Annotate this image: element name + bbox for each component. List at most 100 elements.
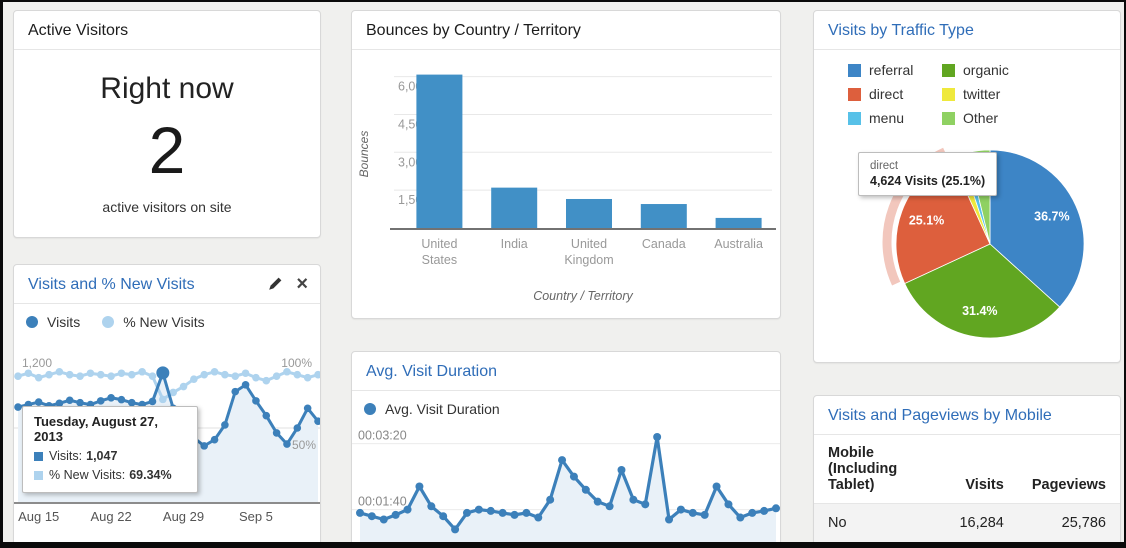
- data-point[interactable]: [665, 516, 673, 524]
- traffic-type-title[interactable]: Visits by Traffic Type: [814, 11, 1120, 50]
- bar-india[interactable]: [491, 188, 537, 228]
- data-point[interactable]: [760, 507, 768, 515]
- data-point[interactable]: [159, 395, 167, 403]
- data-point[interactable]: [713, 483, 721, 491]
- data-point[interactable]: [66, 371, 74, 379]
- data-point[interactable]: [200, 442, 208, 450]
- data-point[interactable]: [273, 429, 281, 437]
- data-point[interactable]: [76, 399, 84, 407]
- data-point[interactable]: [242, 381, 250, 389]
- data-point[interactable]: [128, 371, 136, 379]
- data-point[interactable]: [606, 502, 614, 510]
- bar-united-kingdom[interactable]: [566, 199, 612, 228]
- data-point[interactable]: [294, 371, 302, 379]
- data-point[interactable]: [66, 396, 74, 404]
- data-point[interactable]: [118, 369, 126, 377]
- data-point[interactable]: [487, 507, 495, 515]
- data-point[interactable]: [701, 511, 709, 519]
- data-point[interactable]: [76, 372, 84, 380]
- data-point[interactable]: [118, 395, 126, 403]
- data-point[interactable]: [594, 498, 602, 506]
- data-point[interactable]: [463, 509, 471, 517]
- data-point[interactable]: [231, 387, 239, 395]
- bounces-chart[interactable]: 1,5003,0004,5006,000UnitedStatesIndiaUni…: [352, 54, 780, 318]
- data-point[interactable]: [499, 509, 507, 517]
- mobile-table-title[interactable]: Visits and Pageviews by Mobile: [814, 396, 1120, 435]
- data-point[interactable]: [689, 509, 697, 517]
- data-point[interactable]: [522, 509, 530, 517]
- data-point[interactable]: [149, 372, 157, 380]
- data-point[interactable]: [242, 369, 250, 377]
- data-point[interactable]: [415, 483, 423, 491]
- data-point[interactable]: [87, 369, 95, 377]
- data-point[interactable]: [231, 372, 239, 380]
- data-point[interactable]: [200, 371, 208, 379]
- bar-united-states[interactable]: [416, 75, 462, 228]
- data-point[interactable]: [262, 376, 270, 384]
- highlighted-data-point[interactable]: [156, 366, 169, 379]
- traffic-pie-chart[interactable]: 36.7%31.4%25.1% direct 4,624 Visits (25.…: [814, 136, 1120, 362]
- data-point[interactable]: [107, 394, 115, 402]
- data-point[interactable]: [14, 403, 22, 411]
- data-point[interactable]: [380, 516, 388, 524]
- data-point[interactable]: [677, 506, 685, 514]
- close-icon[interactable]: ×: [292, 274, 320, 294]
- data-point[interactable]: [190, 375, 198, 383]
- data-point[interactable]: [653, 433, 661, 441]
- data-point[interactable]: [283, 440, 291, 448]
- edit-pencil-icon[interactable]: [259, 275, 292, 292]
- data-point[interactable]: [221, 421, 229, 429]
- data-point[interactable]: [35, 398, 43, 406]
- avg-duration-chart[interactable]: 00:01:4000:03:20: [352, 423, 780, 548]
- data-point[interactable]: [534, 514, 542, 522]
- data-point[interactable]: [736, 514, 744, 522]
- visits-widget-title[interactable]: Visits and % New Visits: [14, 265, 259, 303]
- data-point[interactable]: [570, 473, 578, 481]
- data-point[interactable]: [14, 372, 22, 380]
- data-point[interactable]: [180, 382, 188, 390]
- data-point[interactable]: [304, 404, 312, 412]
- data-point[interactable]: [641, 500, 649, 508]
- data-point[interactable]: [629, 496, 637, 504]
- data-point[interactable]: [149, 397, 157, 405]
- data-point[interactable]: [138, 368, 146, 376]
- data-point[interactable]: [475, 506, 483, 514]
- data-point[interactable]: [107, 372, 115, 380]
- data-point[interactable]: [221, 371, 229, 379]
- data-point[interactable]: [97, 397, 105, 405]
- data-point[interactable]: [451, 525, 459, 533]
- data-point[interactable]: [404, 506, 412, 514]
- data-point[interactable]: [392, 511, 400, 519]
- data-point[interactable]: [546, 496, 554, 504]
- data-point[interactable]: [304, 373, 312, 381]
- data-point[interactable]: [25, 369, 33, 377]
- data-point[interactable]: [97, 371, 105, 379]
- data-point[interactable]: [128, 399, 136, 407]
- data-point[interactable]: [617, 466, 625, 474]
- data-point[interactable]: [294, 424, 302, 432]
- data-point[interactable]: [314, 371, 321, 379]
- data-point[interactable]: [724, 500, 732, 508]
- bar-australia[interactable]: [716, 218, 762, 228]
- data-point[interactable]: [582, 486, 590, 494]
- data-point[interactable]: [356, 509, 364, 517]
- data-point[interactable]: [211, 436, 219, 444]
- data-point[interactable]: [252, 397, 260, 405]
- data-point[interactable]: [427, 502, 435, 510]
- data-point[interactable]: [368, 512, 376, 520]
- data-point[interactable]: [772, 504, 780, 512]
- data-point[interactable]: [273, 372, 281, 380]
- data-point[interactable]: [35, 373, 43, 381]
- data-point[interactable]: [439, 512, 447, 520]
- data-point[interactable]: [511, 511, 519, 519]
- visits-chart[interactable]: 1,200 100% 50% Aug 15Aug 22Aug 29Sep 5 T…: [14, 354, 320, 546]
- data-point[interactable]: [56, 368, 64, 376]
- avg-duration-title[interactable]: Avg. Visit Duration: [352, 352, 780, 391]
- bar-canada[interactable]: [641, 204, 687, 228]
- data-point[interactable]: [558, 456, 566, 464]
- data-point[interactable]: [748, 509, 756, 517]
- data-point[interactable]: [211, 368, 219, 376]
- data-point[interactable]: [252, 373, 260, 381]
- data-point[interactable]: [45, 371, 53, 379]
- data-point[interactable]: [262, 411, 270, 419]
